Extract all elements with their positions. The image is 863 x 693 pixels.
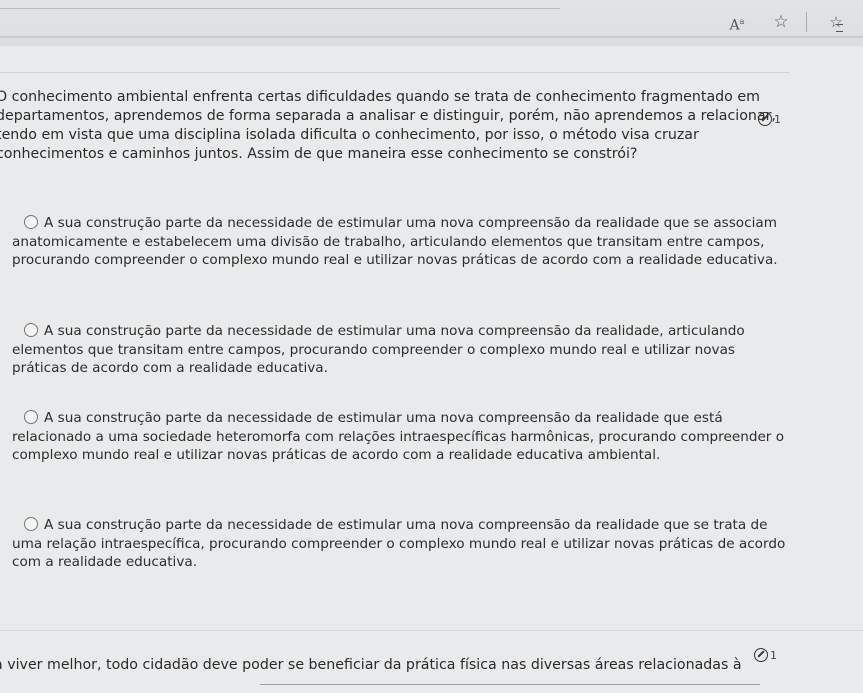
question-score-badge: 1 xyxy=(758,112,781,126)
question-score-value: 1 xyxy=(774,112,781,126)
answer-option-1[interactable]: A sua construção parte da necessidade de… xyxy=(12,214,790,270)
reader-view-icon[interactable]: Aa xyxy=(724,10,750,34)
answer-option-2[interactable]: A sua construção parte da necessidade de… xyxy=(12,322,790,378)
option-text: A sua construção parte da necessidade de… xyxy=(12,410,785,463)
content-divider xyxy=(0,72,790,73)
option-text: A sua construção parte da necessidade de… xyxy=(12,517,786,570)
answer-option-4[interactable]: A sua construção parte da necessidade de… xyxy=(12,516,790,572)
option-text: A sua construção parte da necessidade de… xyxy=(12,323,745,376)
browser-toolbar: Aa ☆ ☆ xyxy=(0,0,863,46)
next-question-underline xyxy=(260,684,760,685)
toolbar-bottom-border xyxy=(0,36,863,38)
reader-icon-sup: a xyxy=(739,17,745,26)
reader-icon-letter: A xyxy=(729,17,740,34)
favorite-star-icon[interactable]: ☆ xyxy=(770,10,792,34)
radio-button[interactable] xyxy=(24,215,38,229)
question-text: O conhecimento ambiental enfrenta certas… xyxy=(0,89,776,162)
radio-button[interactable] xyxy=(24,323,38,337)
radio-button[interactable] xyxy=(24,517,38,531)
question-divider xyxy=(0,630,863,631)
favorites-list-lines xyxy=(836,24,843,32)
toolbar-separator xyxy=(806,12,807,32)
next-question-text: a viver melhor, todo cidadão deve poder … xyxy=(0,657,742,673)
option-text: A sua construção parte da necessidade de… xyxy=(12,215,778,268)
radio-button[interactable] xyxy=(24,410,38,424)
edit-pen-icon xyxy=(758,112,772,126)
toolbar-line xyxy=(0,8,560,9)
answer-option-3[interactable]: A sua construção parte da necessidade de… xyxy=(12,409,790,465)
